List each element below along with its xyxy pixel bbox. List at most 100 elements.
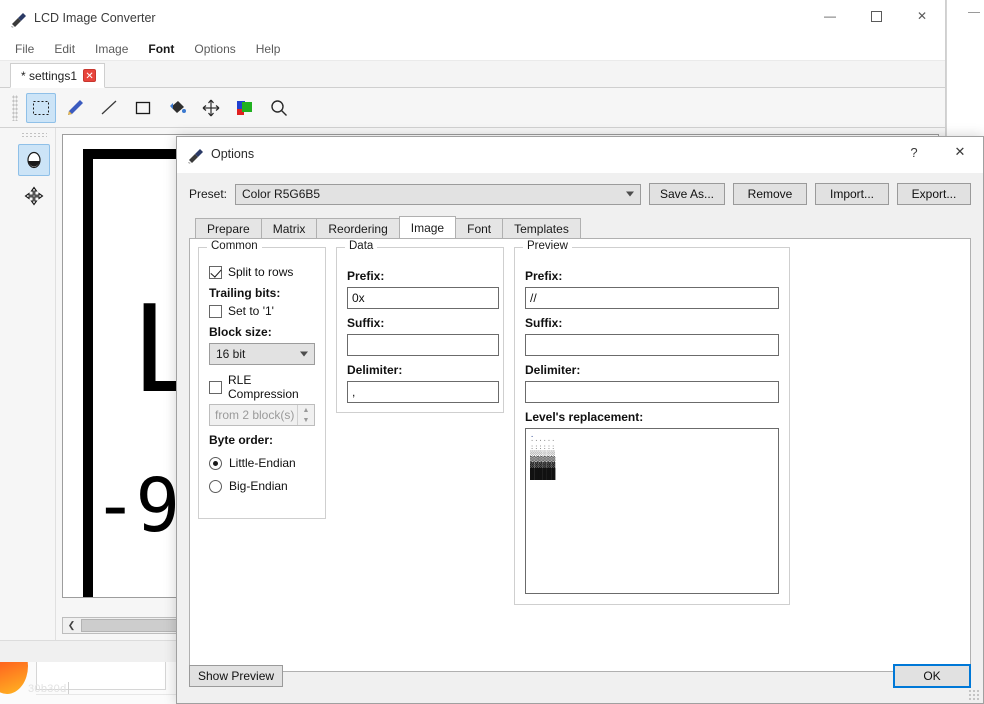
list-item[interactable]: ██████ xyxy=(530,474,774,480)
dialog-window-controls: ? ✕ xyxy=(891,137,983,167)
scroll-left-arrow-icon[interactable]: ❮ xyxy=(63,618,80,633)
block-size-label: Block size: xyxy=(209,325,272,339)
menu-options[interactable]: Options xyxy=(185,39,244,59)
data-suffix-label: Suffix: xyxy=(347,316,385,330)
stepper-arrows-icon: ▲ ▼ xyxy=(297,405,314,425)
dialog-title: Options xyxy=(211,147,255,161)
checkbox-icon xyxy=(209,380,222,394)
rectangle-tool-button[interactable] xyxy=(128,93,158,123)
data-delimiter-input[interactable]: , xyxy=(347,381,499,403)
zoom-tool-button[interactable] xyxy=(264,93,294,123)
block-size-select[interactable]: 16 bit xyxy=(209,343,315,365)
document-tab-label: * settings1 xyxy=(21,68,78,83)
app-title: LCD Image Converter xyxy=(34,11,156,25)
preset-select[interactable]: Color R5G6B5 xyxy=(235,183,641,205)
document-tab-close-icon[interactable]: ✕ xyxy=(83,69,97,82)
tab-prepare[interactable]: Prepare xyxy=(195,218,262,238)
select-tool-button[interactable] xyxy=(26,92,56,123)
pointer-tool-button[interactable] xyxy=(17,144,50,176)
trailing-bits-label: Trailing bits: xyxy=(209,286,281,300)
chevron-down-icon xyxy=(625,191,634,197)
side-toolbar xyxy=(12,128,56,640)
save-as-button[interactable]: Save As... xyxy=(648,183,725,205)
background-minimize-dash-icon xyxy=(968,12,980,13)
dialog-body: Preset: Color R5G6B5 Save As... Remove I… xyxy=(177,173,983,682)
show-preview-button[interactable]: Show Preview xyxy=(189,665,284,687)
preview-group: Preview Prefix: // Suffix: Delimiter: Le… xyxy=(514,240,790,605)
tab-reordering[interactable]: Reordering xyxy=(316,218,400,238)
tab-image[interactable]: Image xyxy=(398,216,457,238)
main-toolbar xyxy=(0,88,945,128)
dialog-help-button[interactable]: ? xyxy=(891,137,937,167)
dialog-footer: Show Preview OK xyxy=(177,657,983,703)
toolbar-grip[interactable] xyxy=(12,94,18,121)
split-to-rows-checkbox[interactable]: Split to rows xyxy=(209,265,315,279)
resize-grip-icon[interactable] xyxy=(968,689,980,701)
tab-templates[interactable]: Templates xyxy=(502,218,581,238)
options-dialog: Options ? ✕ Preset: Color R5G6B5 Save As… xyxy=(176,136,984,704)
group-row: Common Split to rows Trailing bits: Set … xyxy=(198,240,962,605)
preset-selected-value: Color R5G6B5 xyxy=(242,187,321,201)
menu-file[interactable]: File xyxy=(6,39,43,59)
screen: 030b30d 30b30d LCD Image Converter — ✕ xyxy=(0,0,984,704)
data-suffix-input[interactable] xyxy=(347,334,499,356)
little-endian-label: Little-Endian xyxy=(229,456,296,470)
pan-tool-button[interactable] xyxy=(18,180,50,212)
levels-replacement-label: Level's replacement: xyxy=(525,410,644,424)
big-endian-label: Big-Endian xyxy=(229,479,288,493)
preview-suffix-input[interactable] xyxy=(525,334,779,356)
little-endian-radio[interactable]: Little-Endian xyxy=(209,456,315,470)
app-brush-icon xyxy=(187,146,205,164)
tab-font[interactable]: Font xyxy=(455,218,504,238)
window-controls: — ✕ xyxy=(807,0,945,32)
preview-prefix-label: Prefix: xyxy=(525,269,563,283)
menu-help[interactable]: Help xyxy=(247,39,290,59)
radio-icon xyxy=(209,456,222,470)
data-prefix-label: Prefix: xyxy=(347,269,385,283)
preview-suffix-label: Suffix: xyxy=(525,316,563,330)
radio-icon xyxy=(209,479,222,493)
preview-group-title: Preview xyxy=(523,240,572,252)
common-group-title: Common xyxy=(207,240,262,252)
data-group: Data Prefix: 0x Suffix: Delimiter: , xyxy=(336,240,504,413)
data-prefix-input[interactable]: 0x xyxy=(347,287,499,309)
split-to-rows-label: Split to rows xyxy=(228,265,294,279)
menu-image[interactable]: Image xyxy=(86,39,137,59)
remove-button[interactable]: Remove xyxy=(733,183,807,205)
document-tab-settings1[interactable]: * settings1 ✕ xyxy=(10,63,106,88)
minimize-button[interactable]: — xyxy=(807,0,853,32)
byte-order-label: Byte order: xyxy=(209,433,274,447)
ok-button[interactable]: OK xyxy=(893,664,971,688)
fill-tool-button[interactable] xyxy=(162,93,192,123)
move-tool-button[interactable] xyxy=(196,93,226,123)
export-button[interactable]: Export... xyxy=(897,183,971,205)
chevron-down-icon xyxy=(300,351,308,357)
maximize-button[interactable] xyxy=(853,0,899,32)
preset-row: Preset: Color R5G6B5 Save As... Remove I… xyxy=(189,183,971,205)
menu-font[interactable]: Font xyxy=(139,39,183,59)
levels-replacement-list[interactable]: . ······ :::::: ░░░░░░ ▒▒▒▒▒▒ ▓▓▓▓▓▓ ███… xyxy=(525,428,779,594)
color-tool-button[interactable] xyxy=(230,93,260,123)
preview-delimiter-label: Delimiter: xyxy=(525,363,581,377)
data-group-title: Data xyxy=(345,240,378,252)
dialog-title-bar: Options ? ✕ xyxy=(177,137,983,173)
preview-delimiter-input[interactable] xyxy=(525,381,779,403)
preview-prefix-input[interactable]: // xyxy=(525,287,779,309)
line-tool-button[interactable] xyxy=(94,93,124,123)
dialog-tab-bar: Prepare Matrix Reordering Image Font Tem… xyxy=(189,216,971,238)
menu-edit[interactable]: Edit xyxy=(45,39,84,59)
rle-compression-checkbox[interactable]: RLE Compression xyxy=(209,373,315,401)
tab-matrix[interactable]: Matrix xyxy=(260,218,318,238)
pencil-tool-button[interactable] xyxy=(60,93,90,123)
set-to-one-label: Set to '1' xyxy=(228,304,274,318)
close-button[interactable]: ✕ xyxy=(899,0,945,32)
rle-compression-label: RLE Compression xyxy=(228,373,299,401)
big-endian-radio[interactable]: Big-Endian xyxy=(209,479,315,493)
image-tab-page: Common Split to rows Trailing bits: Set … xyxy=(189,238,971,672)
side-toolbar-grip[interactable] xyxy=(20,132,47,138)
menu-bar: File Edit Image Font Options Help xyxy=(0,38,945,60)
import-button[interactable]: Import... xyxy=(815,183,889,205)
dialog-close-button[interactable]: ✕ xyxy=(937,137,983,167)
common-group: Common Split to rows Trailing bits: Set … xyxy=(198,240,326,519)
set-to-one-checkbox[interactable]: Set to '1' xyxy=(209,304,315,318)
